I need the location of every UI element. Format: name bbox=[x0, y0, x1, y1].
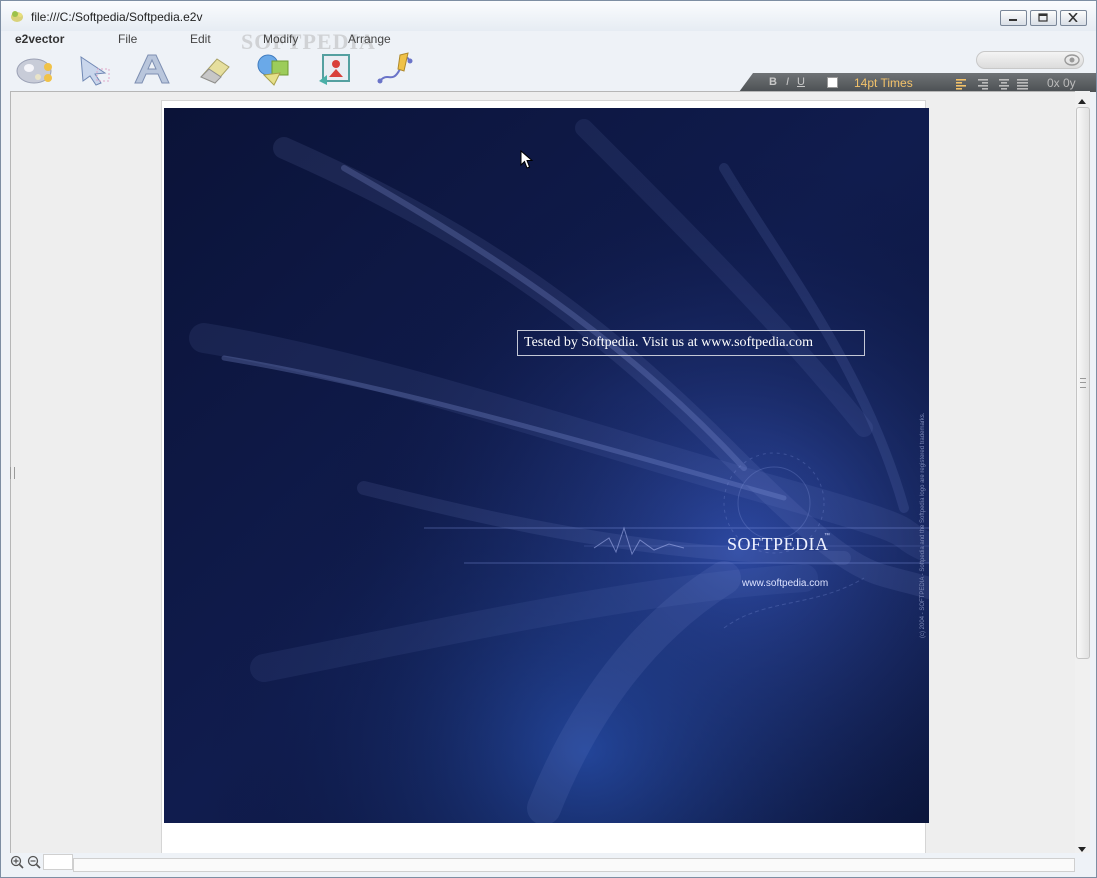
zoom-level-field[interactable] bbox=[43, 854, 73, 870]
menu-app-name[interactable]: e2vector bbox=[15, 32, 64, 46]
format-bar: B I U 14pt Times 0x 0y bbox=[739, 73, 1096, 92]
close-button[interactable] bbox=[1060, 10, 1087, 26]
cursor-coordinates: 0x 0y bbox=[1047, 76, 1076, 90]
vertical-scrollbar[interactable] bbox=[1075, 91, 1090, 858]
window-title: file:///C:/Softpedia/Softpedia.e2v bbox=[31, 10, 203, 24]
text-box[interactable]: Tested by Softpedia. Visit us at www.sof… bbox=[517, 330, 865, 356]
shapes-icon[interactable] bbox=[254, 51, 298, 87]
select-arrow-icon[interactable] bbox=[75, 51, 119, 87]
eye-icon[interactable] bbox=[1064, 53, 1080, 72]
text-box-content: Tested by Softpedia. Visit us at www.sof… bbox=[524, 335, 814, 350]
underline-button[interactable]: U bbox=[797, 76, 805, 88]
softpedia-logo-text: SOFTPEDIA bbox=[727, 534, 829, 554]
align-right-icon[interactable] bbox=[977, 77, 989, 90]
pen-path-icon[interactable] bbox=[374, 51, 418, 87]
horizontal-scrollbar[interactable] bbox=[73, 858, 1075, 872]
canvas-workspace[interactable]: Tested by Softpedia. Visit us at www.sof… bbox=[10, 91, 1076, 859]
menu-file[interactable]: File bbox=[118, 32, 137, 46]
placed-image[interactable]: Tested by Softpedia. Visit us at www.sof… bbox=[164, 108, 929, 823]
fill-color-swatch[interactable] bbox=[827, 77, 838, 88]
menu-modify[interactable]: Modify bbox=[263, 32, 298, 46]
align-left-icon[interactable] bbox=[956, 77, 968, 90]
image-insert-icon[interactable] bbox=[315, 51, 359, 87]
scroll-grip-icon bbox=[1080, 378, 1086, 388]
zoom-out-icon[interactable] bbox=[27, 855, 41, 874]
scroll-thumb[interactable] bbox=[1076, 107, 1090, 659]
status-bar bbox=[1, 853, 1096, 877]
menu-bar: e2vector File Edit Modify Arrange bbox=[1, 31, 1096, 47]
menu-edit[interactable]: Edit bbox=[190, 32, 211, 46]
text-tool-icon[interactable] bbox=[131, 51, 175, 87]
menu-arrange[interactable]: Arrange bbox=[348, 32, 391, 46]
app-icon bbox=[9, 8, 25, 24]
font-selector[interactable]: 14pt Times bbox=[854, 76, 913, 90]
splitter-handle[interactable] bbox=[10, 467, 15, 479]
trademark-symbol: ™ bbox=[824, 533, 830, 539]
italic-button[interactable]: I bbox=[786, 76, 789, 88]
app-window: file:///C:/Softpedia/Softpedia.e2v SOFTP… bbox=[0, 0, 1097, 878]
zoom-in-icon[interactable] bbox=[10, 855, 24, 874]
search-input[interactable] bbox=[976, 51, 1084, 69]
scroll-up-arrow-icon[interactable] bbox=[1077, 94, 1087, 104]
minimize-button[interactable] bbox=[1000, 10, 1027, 26]
eraser-icon[interactable] bbox=[193, 51, 237, 87]
align-justify-icon[interactable] bbox=[1017, 77, 1029, 90]
palette-icon[interactable] bbox=[14, 51, 58, 87]
bold-button[interactable]: B bbox=[769, 76, 777, 88]
maximize-button[interactable] bbox=[1030, 10, 1057, 26]
align-center-icon[interactable] bbox=[998, 77, 1010, 90]
copyright-notice: (c) 2004 - SOFTPEDIA - Softpedia and the… bbox=[920, 412, 926, 638]
title-bar[interactable]: file:///C:/Softpedia/Softpedia.e2v bbox=[1, 1, 1096, 31]
scroll-down-arrow-icon[interactable] bbox=[1077, 841, 1087, 852]
logo-url: www.softpedia.com bbox=[742, 578, 829, 589]
